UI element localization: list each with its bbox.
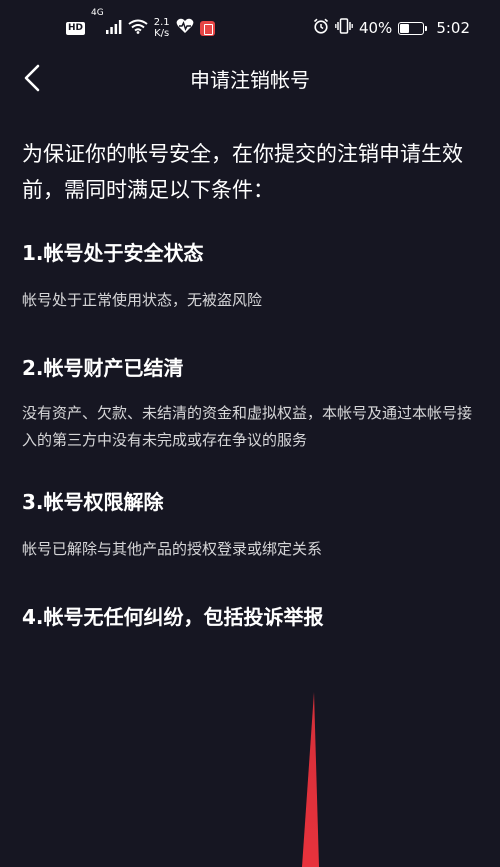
condition-item: 1.帐号处于安全状态 帐号处于正常使用状态，无被盗风险 [22, 239, 482, 314]
status-bar: HD 4G 2.1 K/s 40% 5:02 [0, 0, 500, 56]
status-right: 40% 5:02 [313, 18, 470, 38]
intro-text: 为保证你的帐号安全，在你提交的注销申请生效前，需同时满足以下条件： [22, 142, 463, 202]
condition-item: 3.帐号权限解除 帐号已解除与其他产品的授权登录或绑定关系 [22, 488, 482, 563]
page-title: 申请注销帐号 [190, 68, 310, 92]
condition-item: 4.帐号无任何纠纷，包括投诉举报 [22, 603, 482, 631]
alarm-icon [313, 18, 329, 38]
app-notification-icon [199, 20, 215, 36]
network-speed: 2.1 K/s [154, 17, 170, 39]
battery-icon [398, 21, 428, 35]
hd-badge: HD [66, 21, 86, 35]
pointer-arrow [302, 692, 319, 867]
vibrate-icon [335, 18, 353, 38]
screen: HD 4G 2.1 K/s 40% 5:02 申请注销帐号 为保证你的帐号安全，… [0, 0, 500, 867]
network-speed-unit: K/s [154, 28, 170, 39]
health-heart-icon [176, 18, 194, 38]
content: 为保证你的帐号安全，在你提交的注销申请生效前，需同时满足以下条件： 1.帐号处于… [22, 136, 482, 631]
network-speed-value: 2.1 [153, 17, 170, 28]
battery-percent: 40% [358, 19, 393, 37]
signal-icon [105, 19, 122, 38]
wifi-icon [128, 19, 148, 38]
network-type-label: 4G [91, 8, 104, 18]
condition-list: 1.帐号处于安全状态 帐号处于正常使用状态，无被盗风险 2.帐号财产已结清 没有… [22, 239, 482, 631]
condition-description: 帐号已解除与其他产品的授权登录或绑定关系 [22, 540, 323, 558]
condition-description: 帐号处于正常使用状态，无被盗风险 [22, 291, 263, 309]
clock: 5:02 [436, 19, 470, 37]
condition-title: 1.帐号处于安全状态 [22, 241, 204, 265]
condition-title: 3.帐号权限解除 [22, 490, 164, 514]
status-left: HD 4G 2.1 K/s [66, 9, 215, 39]
condition-title: 4.帐号无任何纠纷，包括投诉举报 [22, 605, 324, 629]
condition-item: 2.帐号财产已结清 没有资产、欠款、未结清的资金和虚拟权益，本帐号及通过本帐号接… [22, 354, 482, 454]
condition-description: 没有资产、欠款、未结清的资金和虚拟权益，本帐号及通过本帐号接入的第三方中没有未完… [22, 404, 473, 449]
condition-title: 2.帐号财产已结清 [22, 356, 184, 380]
nav-bar: 申请注销帐号 [0, 56, 500, 106]
battery-fill [400, 23, 409, 33]
